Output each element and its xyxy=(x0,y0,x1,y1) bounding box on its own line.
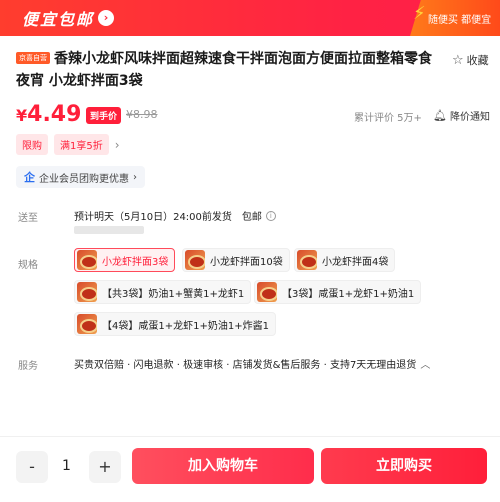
spec-option[interactable]: 【共3袋】奶油1+蟹黄1+龙虾1 xyxy=(74,280,252,304)
quantity-decrease-button[interactable]: - xyxy=(16,451,48,483)
shipping-eta: 预计明天（5月10日）24:00前发货 xyxy=(74,212,232,223)
info-icon[interactable]: i xyxy=(265,210,276,221)
spec-option[interactable]: 【3袋】咸蛋1+龙虾1+奶油1 xyxy=(254,280,422,304)
spec-option-label: 小龙虾拌面3袋 xyxy=(102,256,169,268)
bell-icon: 🔔︎ xyxy=(433,109,447,122)
price: ¥4.49 xyxy=(16,102,81,127)
corp-label: 企业会员团购更优惠 xyxy=(39,173,129,185)
banner-ribbon-text: 随便买 都便宜 xyxy=(428,15,492,26)
free-shipping: 包邮 xyxy=(241,212,262,223)
product-title: 香辣小龙虾风味拌面超辣速食干拌面泡面方便面拉面整箱零食夜宵 小龙虾拌面3袋 xyxy=(16,51,432,89)
spec-option[interactable]: 小龙虾拌面10袋 xyxy=(182,248,290,272)
chevron-up-icon: ︿ xyxy=(420,360,431,371)
chevron-right-icon: › xyxy=(98,10,114,26)
product-thumbnail xyxy=(77,282,97,302)
favorite-label: 收藏 xyxy=(466,54,489,67)
favorite-button[interactable]: ☆ 收藏 xyxy=(452,52,489,68)
promo-tag-discount: 满1享5折 xyxy=(54,134,109,155)
service-text: 买贵双倍赔 · 闪电退款 · 极速审核 · 店铺发货&售后服务 · 支持7天无理… xyxy=(74,360,417,371)
banner-title: 便宜包邮 xyxy=(22,10,95,29)
product-thumbnail xyxy=(185,250,205,270)
spec-option-label: 小龙虾拌面4袋 xyxy=(322,256,389,268)
spec-option-label: 【3袋】咸蛋1+龙虾1+奶油1 xyxy=(282,288,415,300)
price-value: 4.49 xyxy=(27,102,82,127)
address-placeholder[interactable] xyxy=(74,226,144,234)
spec-option-label: 【共3袋】奶油1+蟹黄1+龙虾1 xyxy=(102,288,245,300)
notify-label: 降价通知 xyxy=(449,112,490,123)
quantity-increase-button[interactable]: + xyxy=(89,451,121,483)
spec-option[interactable]: 【4袋】咸蛋1+龙虾1+奶油1+炸酱1 xyxy=(74,312,276,336)
promo-tags[interactable]: 限购 满1享5折 › xyxy=(16,134,120,155)
service-info[interactable]: 买贵双倍赔 · 闪电退款 · 极速审核 · 店铺发货&售后服务 · 支持7天无理… xyxy=(74,356,430,371)
add-to-cart-button[interactable]: 加入购物车 xyxy=(132,448,314,484)
self-operated-badge: 京喜自营 xyxy=(16,52,50,64)
corporate-member-link[interactable]: 企 企业会员团购更优惠 › xyxy=(16,166,145,188)
spec-option-label: 【4袋】咸蛋1+龙虾1+奶油1+炸酱1 xyxy=(102,320,269,332)
star-icon: ☆ xyxy=(452,52,464,68)
final-price-badge: 到手价 xyxy=(86,107,122,124)
lightning-icon: ⚡ xyxy=(413,3,426,24)
service-label: 服务 xyxy=(18,361,38,372)
product-thumbnail xyxy=(77,314,97,334)
building-icon: 企 xyxy=(24,171,35,184)
price-currency: ¥ xyxy=(16,106,28,125)
product-title-block: 京喜自营 香辣小龙虾风味拌面超辣速食干拌面泡面方便面拉面整箱零食夜宵 小龙虾拌面3… xyxy=(16,48,436,92)
product-thumbnail xyxy=(257,282,277,302)
spec-option-label: 小龙虾拌面10袋 xyxy=(210,256,283,268)
product-thumbnail xyxy=(297,250,317,270)
promo-tag-limit: 限购 xyxy=(16,134,48,155)
spec-option[interactable]: 小龙虾拌面3袋 xyxy=(74,248,176,272)
spec-option[interactable]: 小龙虾拌面4袋 xyxy=(294,248,396,272)
quantity-value[interactable]: 1 xyxy=(62,458,71,474)
chevron-right-icon: › xyxy=(133,171,137,183)
promo-banner[interactable]: 便宜包邮 › ⚡ 随便买 都便宜 xyxy=(0,0,500,36)
shipping-label: 送至 xyxy=(18,213,38,224)
review-count[interactable]: 累计评价 5万+ xyxy=(354,109,422,124)
spec-label: 规格 xyxy=(18,260,38,271)
price-drop-notify-button[interactable]: 🔔︎ 降价通知 xyxy=(433,108,490,123)
divider xyxy=(0,436,500,437)
original-price: ¥8.98 xyxy=(126,108,158,121)
product-thumbnail xyxy=(77,250,97,270)
buy-now-button[interactable]: 立即购买 xyxy=(321,448,487,484)
shipping-info[interactable]: 预计明天（5月10日）24:00前发货 包邮 i xyxy=(74,208,276,223)
chevron-right-icon: › xyxy=(114,137,120,152)
